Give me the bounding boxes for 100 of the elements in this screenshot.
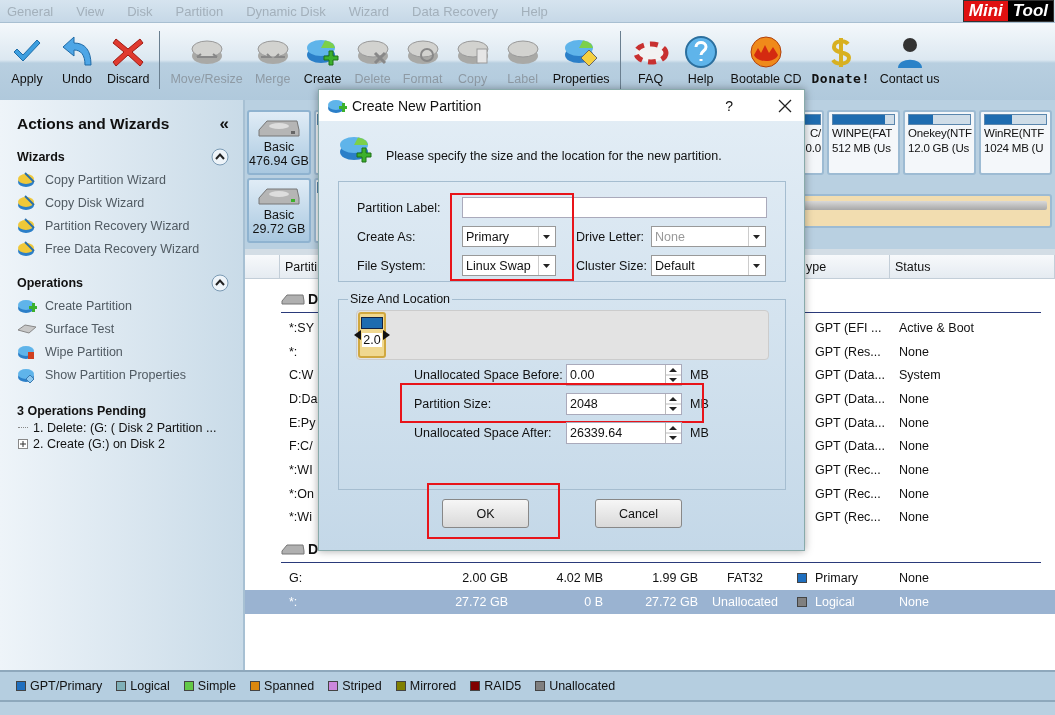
table-cell: GPT (Data... bbox=[815, 439, 885, 454]
legend-label: Unallocated bbox=[549, 679, 616, 693]
table-cell: *:SY bbox=[289, 320, 314, 335]
table-cell: 2.00 GB bbox=[462, 571, 508, 586]
field-label: Cluster Size: bbox=[575, 258, 648, 273]
table-cell: F:C/ bbox=[289, 439, 313, 454]
operation-item[interactable]: 2. Create (G:) on Disk 2 bbox=[33, 436, 165, 452]
table-cell: None bbox=[899, 594, 929, 609]
collapse-chevron-icon[interactable] bbox=[211, 274, 229, 292]
partition-label-field[interactable] bbox=[461, 197, 767, 218]
table-cell: *: bbox=[289, 344, 298, 359]
logo: Mini Tool bbox=[962, 0, 1054, 22]
wand-disk-icon bbox=[17, 216, 37, 235]
table-cell: *:On bbox=[289, 486, 314, 501]
help-icon bbox=[682, 35, 719, 69]
section-title: Wizards bbox=[17, 150, 65, 164]
legend-label: Spanned bbox=[264, 679, 315, 693]
table-cell: E:Py bbox=[289, 415, 316, 430]
cancel-button[interactable]: Cancel bbox=[595, 499, 682, 528]
sidebar-item[interactable]: Copy Disk Wizard bbox=[6, 191, 243, 214]
column-header[interactable]: ype bbox=[806, 259, 827, 274]
operation-item[interactable]: 1. Delete: (G: ( Disk 2 Partition ... bbox=[33, 420, 217, 436]
table-cell: None bbox=[899, 439, 929, 454]
section-title: 3 Operations Pending bbox=[17, 404, 147, 418]
table-row[interactable]: G: 2.00 GB 4.02 MB 1.99 GB FAT32 Primary None bbox=[245, 566, 1055, 590]
close-icon[interactable] bbox=[778, 98, 792, 113]
instruction-text: Please specify the size and the location for the new partition. bbox=[386, 149, 722, 163]
partition-block[interactable]: 2.0 bbox=[358, 312, 386, 358]
table-cell: 4.02 MB bbox=[556, 571, 603, 586]
group-title: Size And Location bbox=[349, 292, 452, 306]
sidebar-item[interactable]: Show Partition Properties bbox=[6, 363, 243, 386]
sidebar-item[interactable]: Partition Recovery Wizard bbox=[6, 214, 243, 237]
toolbar-button[interactable]: Contact us bbox=[874, 35, 945, 86]
section-title: Operations bbox=[17, 276, 83, 290]
table-cell: GPT (Rec... bbox=[815, 510, 881, 525]
sidebar-item[interactable]: Create Partition bbox=[6, 294, 243, 317]
partition-block[interactable]: WINPE(FAT 512 MB (Us bbox=[827, 110, 900, 175]
partition-block[interactable]: WinRE(NTF 1024 MB (U bbox=[979, 110, 1052, 175]
table-cell: Unallocated bbox=[712, 594, 778, 609]
toolbar-button[interactable]: Help bbox=[675, 35, 726, 86]
table-cell: GPT (Res... bbox=[815, 344, 881, 359]
expand-icon[interactable] bbox=[18, 439, 28, 449]
dropdown[interactable]: Primary bbox=[462, 226, 556, 247]
toolbar-button[interactable]: Donate! bbox=[806, 35, 875, 86]
toolbar-button[interactable]: FAQ bbox=[625, 35, 676, 86]
table-cell: FAT32 bbox=[727, 571, 763, 586]
table-cell: GPT (EFI ... bbox=[815, 320, 882, 335]
table-cell: None bbox=[899, 462, 929, 477]
table-cell: Active & Boot bbox=[899, 320, 975, 335]
field-label: Unallocated Space Before: bbox=[414, 367, 564, 382]
table-cell: None bbox=[899, 571, 929, 586]
sidebar-item[interactable]: Surface Test bbox=[6, 317, 243, 340]
legend-label: RAID5 bbox=[484, 679, 522, 693]
table-cell: *: bbox=[289, 594, 298, 609]
resize-handle[interactable] bbox=[383, 330, 390, 340]
number-field[interactable]: 2048 bbox=[566, 392, 682, 415]
number-field[interactable]: 0.00 bbox=[566, 363, 682, 386]
wand-disk-icon bbox=[17, 239, 37, 258]
table-cell: GPT (Rec... bbox=[815, 462, 881, 477]
table-cell: 27.72 GB bbox=[645, 594, 698, 609]
toolbar-button[interactable]: Create bbox=[297, 35, 348, 86]
disk-card[interactable]: Basic 29.72 GB bbox=[247, 178, 311, 243]
disk-heading: D bbox=[308, 540, 319, 557]
dropdown[interactable]: Linux Swap bbox=[462, 255, 556, 276]
spin-arrows-icon[interactable] bbox=[665, 393, 681, 414]
resize-handle[interactable] bbox=[354, 330, 361, 340]
sidebar-item[interactable]: Free Data Recovery Wizard bbox=[6, 237, 243, 260]
legend-label: GPT/Primary bbox=[30, 679, 103, 693]
spin-arrows-icon[interactable] bbox=[665, 364, 681, 385]
table-cell: *:WI bbox=[289, 462, 313, 477]
disk-card[interactable]: Basic 476.94 GB bbox=[247, 110, 311, 175]
hard-drive-icon bbox=[257, 117, 301, 140]
sidebar-item[interactable]: Wipe Partition bbox=[6, 340, 243, 363]
partition-block[interactable]: Onekey(NTF 12.0 GB (Us bbox=[903, 110, 976, 175]
wand-disk-icon bbox=[17, 170, 37, 189]
table-cell: Primary bbox=[815, 571, 859, 586]
toolbar-button[interactable]: Apply bbox=[2, 35, 52, 86]
column-header[interactable]: Status bbox=[890, 255, 1055, 278]
collapse-chevron-icon[interactable] bbox=[211, 148, 229, 166]
ok-button[interactable]: OK bbox=[442, 499, 529, 528]
dialog-title: Create New Partition bbox=[352, 97, 483, 114]
wand-disk-icon bbox=[17, 193, 37, 212]
legend-label: Simple bbox=[197, 679, 237, 693]
toolbar-button[interactable]: Bootable CD bbox=[725, 35, 807, 86]
toolbar-button[interactable]: Undo bbox=[52, 35, 102, 86]
toolbar-button[interactable]: Discard bbox=[102, 35, 155, 86]
table-cell: G: bbox=[289, 571, 303, 586]
disk-heading: D bbox=[308, 290, 319, 307]
toolbar-button[interactable]: Properties bbox=[547, 35, 615, 86]
unit-label: MB bbox=[690, 367, 709, 382]
sidebar-item[interactable]: Copy Partition Wizard bbox=[6, 168, 243, 191]
drive-icon bbox=[281, 542, 305, 555]
help-button[interactable]: ? bbox=[725, 97, 733, 114]
table-cell: None bbox=[899, 391, 929, 406]
table-cell: None bbox=[899, 344, 929, 359]
collapse-button[interactable]: « bbox=[219, 114, 229, 134]
number-field[interactable]: 26339.64 bbox=[566, 421, 682, 444]
spin-arrows-icon[interactable] bbox=[665, 422, 681, 443]
flame-disc-icon bbox=[748, 35, 785, 69]
dropdown[interactable]: Default bbox=[651, 255, 766, 276]
